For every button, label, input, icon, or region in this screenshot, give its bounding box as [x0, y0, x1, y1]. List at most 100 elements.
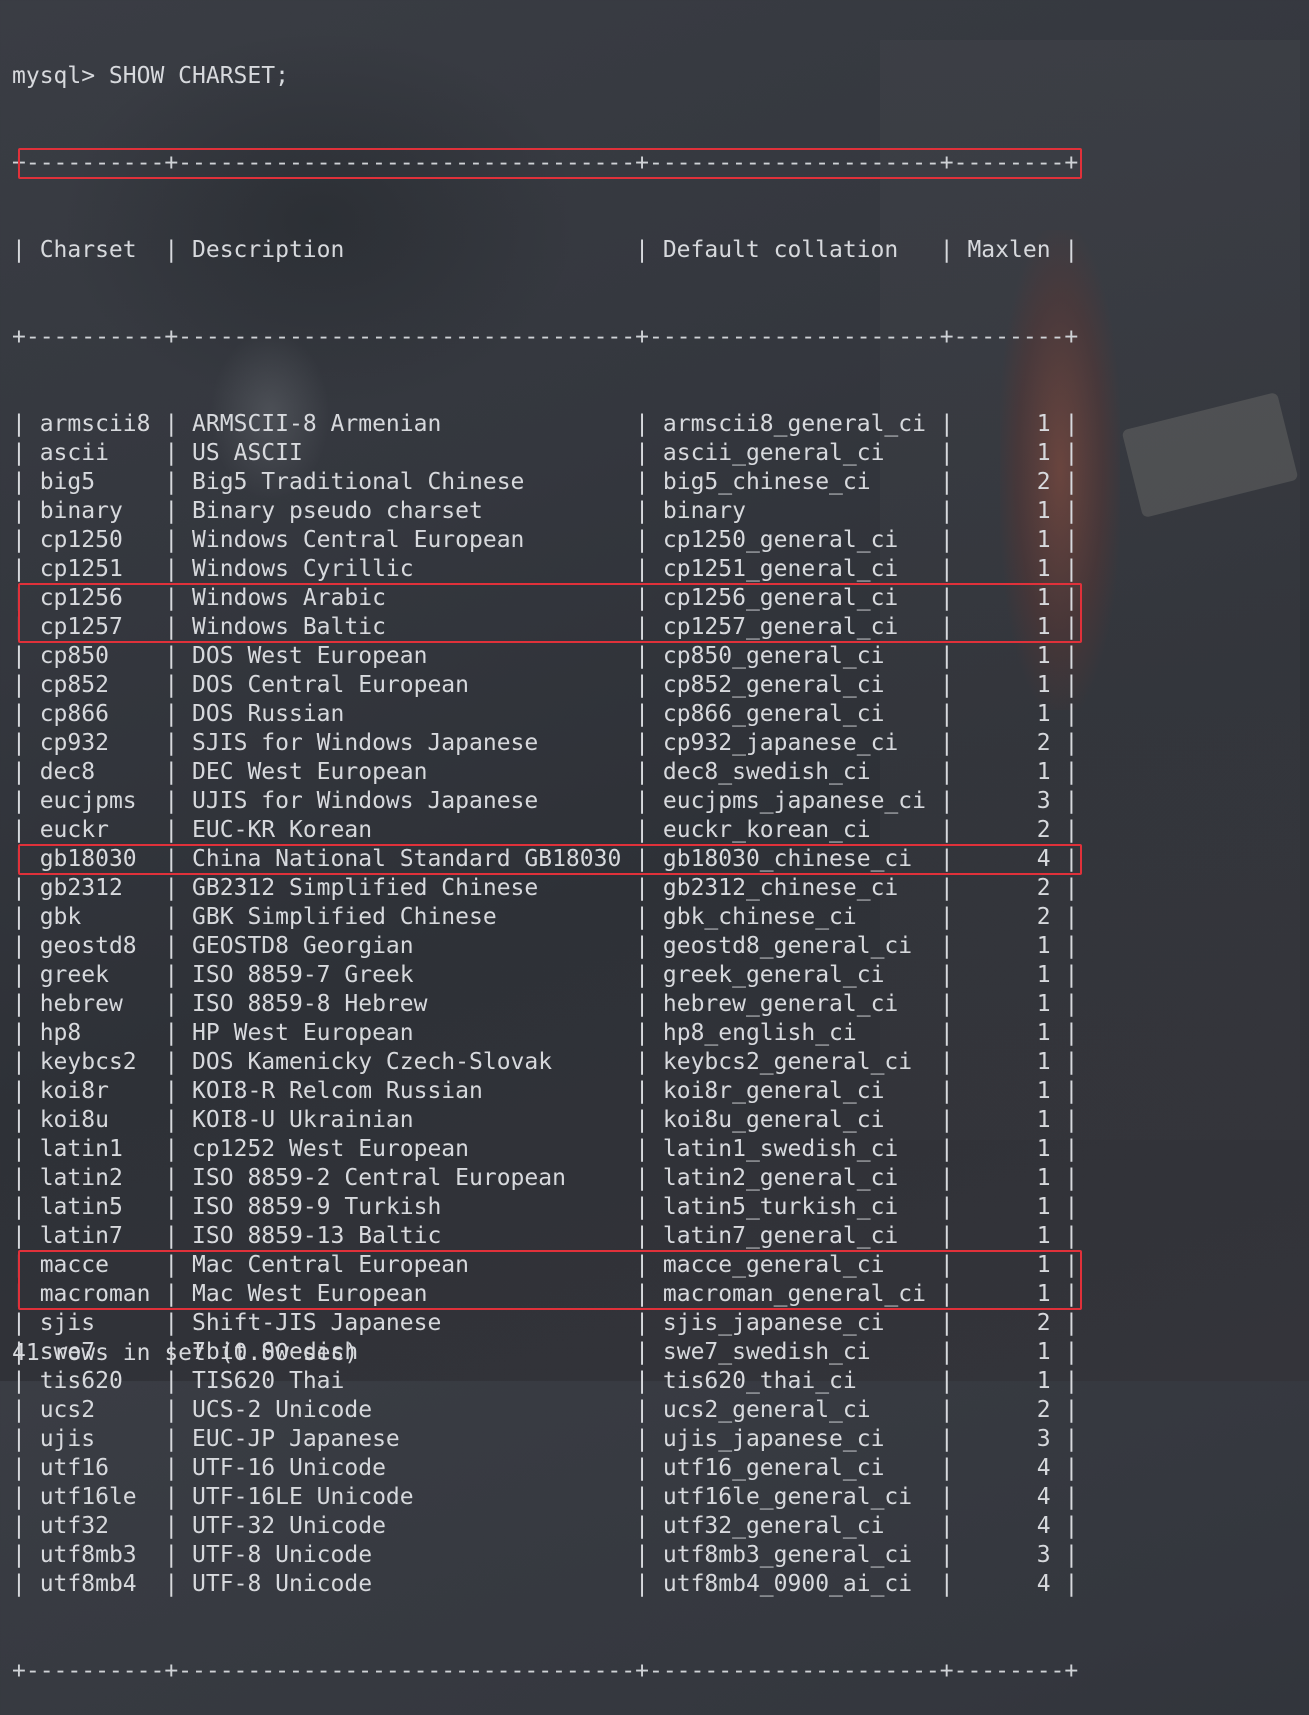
description-cell: Windows Central European — [178, 527, 636, 553]
collation-cell: cp1257_general_ci — [649, 614, 940, 640]
maxlen-cell: 2 — [953, 730, 1065, 756]
description-cell: Binary pseudo charset — [178, 498, 636, 524]
collation-cell: latin5_turkish_ci — [649, 1194, 940, 1220]
table-row: | cp1250 | Windows Central European | cp… — [12, 527, 1079, 553]
collation-cell: utf8mb3_general_ci — [649, 1542, 940, 1568]
collation-cell: euckr_korean_ci — [649, 817, 940, 843]
charset-cell: keybcs2 — [25, 1049, 165, 1075]
collation-cell: keybcs2_general_ci — [649, 1049, 940, 1075]
collation-cell: cp932_japanese_ci — [649, 730, 940, 756]
table-row: | utf16 | UTF-16 Unicode | utf16_general… — [12, 1455, 1079, 1481]
description-cell: ISO 8859-8 Hebrew — [178, 991, 636, 1017]
table-row: | binary | Binary pseudo charset | binar… — [12, 498, 1079, 524]
charset-cell: dec8 — [25, 759, 165, 785]
description-cell: UCS-2 Unicode — [178, 1397, 636, 1423]
description-cell: DOS West European — [178, 643, 636, 669]
table-row: | dec8 | DEC West European | dec8_swedis… — [12, 759, 1079, 785]
charset-cell: hebrew — [25, 991, 165, 1017]
command-prompt: mysql> SHOW CHARSET; — [12, 63, 289, 89]
collation-cell: utf32_general_ci — [649, 1513, 940, 1539]
description-cell: Windows Arabic — [178, 585, 636, 611]
charset-cell: gb2312 — [25, 875, 165, 901]
collation-cell: gbk_chinese_ci — [649, 904, 940, 930]
collation-cell: big5_chinese_ci — [649, 469, 940, 495]
collation-cell: gb18030_chinese_ci — [649, 846, 940, 872]
maxlen-cell: 1 — [953, 440, 1065, 466]
maxlen-cell: 1 — [953, 962, 1065, 988]
table-row: | latin1 | cp1252 West European | latin1… — [12, 1136, 1079, 1162]
maxlen-cell: 4 — [953, 1484, 1065, 1510]
charset-cell: utf16 — [25, 1455, 165, 1481]
maxlen-cell: 2 — [953, 1310, 1065, 1336]
charset-cell: geostd8 — [25, 933, 165, 959]
description-cell: UTF-8 Unicode — [178, 1571, 636, 1597]
maxlen-cell: 1 — [953, 498, 1065, 524]
charset-cell: ucs2 — [25, 1397, 165, 1423]
description-cell: ARMSCII-8 Armenian — [178, 411, 636, 437]
maxlen-cell: 2 — [953, 904, 1065, 930]
description-cell: DOS Russian — [178, 701, 636, 727]
table-row: | ujis | EUC-JP Japanese | ujis_japanese… — [12, 1426, 1079, 1452]
table-row: | gb2312 | GB2312 Simplified Chinese | g… — [12, 875, 1079, 901]
table-row: | cp866 | DOS Russian | cp866_general_ci… — [12, 701, 1079, 727]
collation-cell: utf16le_general_ci — [649, 1484, 940, 1510]
collation-cell: swe7_swedish_ci — [649, 1339, 940, 1365]
charset-cell: macce — [25, 1252, 165, 1278]
maxlen-cell: 1 — [953, 1049, 1065, 1075]
charset-cell: cp1251 — [25, 556, 165, 582]
maxlen-cell: 1 — [953, 1078, 1065, 1104]
maxlen-cell: 1 — [953, 1020, 1065, 1046]
charset-cell: latin1 — [25, 1136, 165, 1162]
description-cell: ISO 8859-7 Greek — [178, 962, 636, 988]
description-cell: GB2312 Simplified Chinese — [178, 875, 636, 901]
charset-cell: gb18030 — [25, 846, 165, 872]
charset-cell: cp1250 — [25, 527, 165, 553]
collation-cell: latin7_general_ci — [649, 1223, 940, 1249]
table-row: | big5 | Big5 Traditional Chinese | big5… — [12, 469, 1079, 495]
charset-cell: euckr — [25, 817, 165, 843]
description-cell: DOS Central European — [178, 672, 636, 698]
charset-cell: koi8r — [25, 1078, 165, 1104]
description-cell: Shift-JIS Japanese — [178, 1310, 636, 1336]
description-cell: UJIS for Windows Japanese — [178, 788, 636, 814]
maxlen-cell: 2 — [953, 1397, 1065, 1423]
charset-cell: koi8u — [25, 1107, 165, 1133]
description-cell: TIS620 Thai — [178, 1368, 636, 1394]
table-row: | hp8 | HP West European | hp8_english_c… — [12, 1020, 1079, 1046]
charset-cell: cp932 — [25, 730, 165, 756]
description-cell: UTF-16 Unicode — [178, 1455, 636, 1481]
collation-cell: binary — [649, 498, 940, 524]
maxlen-cell: 1 — [953, 1194, 1065, 1220]
charset-cell: gbk — [25, 904, 165, 930]
table-body: | armscii8 | ARMSCII-8 Armenian | armsci… — [12, 410, 1078, 1599]
maxlen-cell: 4 — [953, 1571, 1065, 1597]
description-cell: EUC-JP Japanese — [178, 1426, 636, 1452]
description-cell: UTF-16LE Unicode — [178, 1484, 636, 1510]
description-cell: cp1252 West European — [178, 1136, 636, 1162]
table-row: | cp1257 | Windows Baltic | cp1257_gener… — [12, 614, 1079, 640]
description-cell: SJIS for Windows Japanese — [178, 730, 636, 756]
table-bottom-border: +----------+----------------------------… — [12, 1658, 1079, 1684]
background-ramen-sign — [1121, 391, 1299, 519]
maxlen-cell: 4 — [953, 1513, 1065, 1539]
description-cell: DEC West European — [178, 759, 636, 785]
description-cell: Windows Cyrillic — [178, 556, 636, 582]
description-cell: US ASCII — [178, 440, 636, 466]
maxlen-cell: 1 — [953, 701, 1065, 727]
maxlen-cell: 1 — [953, 1368, 1065, 1394]
charset-cell: macroman — [25, 1281, 165, 1307]
maxlen-cell: 2 — [953, 469, 1065, 495]
maxlen-cell: 1 — [953, 672, 1065, 698]
maxlen-cell: 3 — [953, 1426, 1065, 1452]
maxlen-cell: 1 — [953, 1252, 1065, 1278]
collation-cell: cp1250_general_ci — [649, 527, 940, 553]
description-cell: UTF-32 Unicode — [178, 1513, 636, 1539]
maxlen-cell: 4 — [953, 1455, 1065, 1481]
table-row: | geostd8 | GEOSTD8 Georgian | geostd8_g… — [12, 933, 1079, 959]
charset-cell: cp1257 — [25, 614, 165, 640]
description-cell: Windows Baltic — [178, 614, 636, 640]
maxlen-cell: 1 — [953, 411, 1065, 437]
description-cell: DOS Kamenicky Czech-Slovak — [178, 1049, 636, 1075]
maxlen-cell: 1 — [953, 1339, 1065, 1365]
charset-cell: cp850 — [25, 643, 165, 669]
